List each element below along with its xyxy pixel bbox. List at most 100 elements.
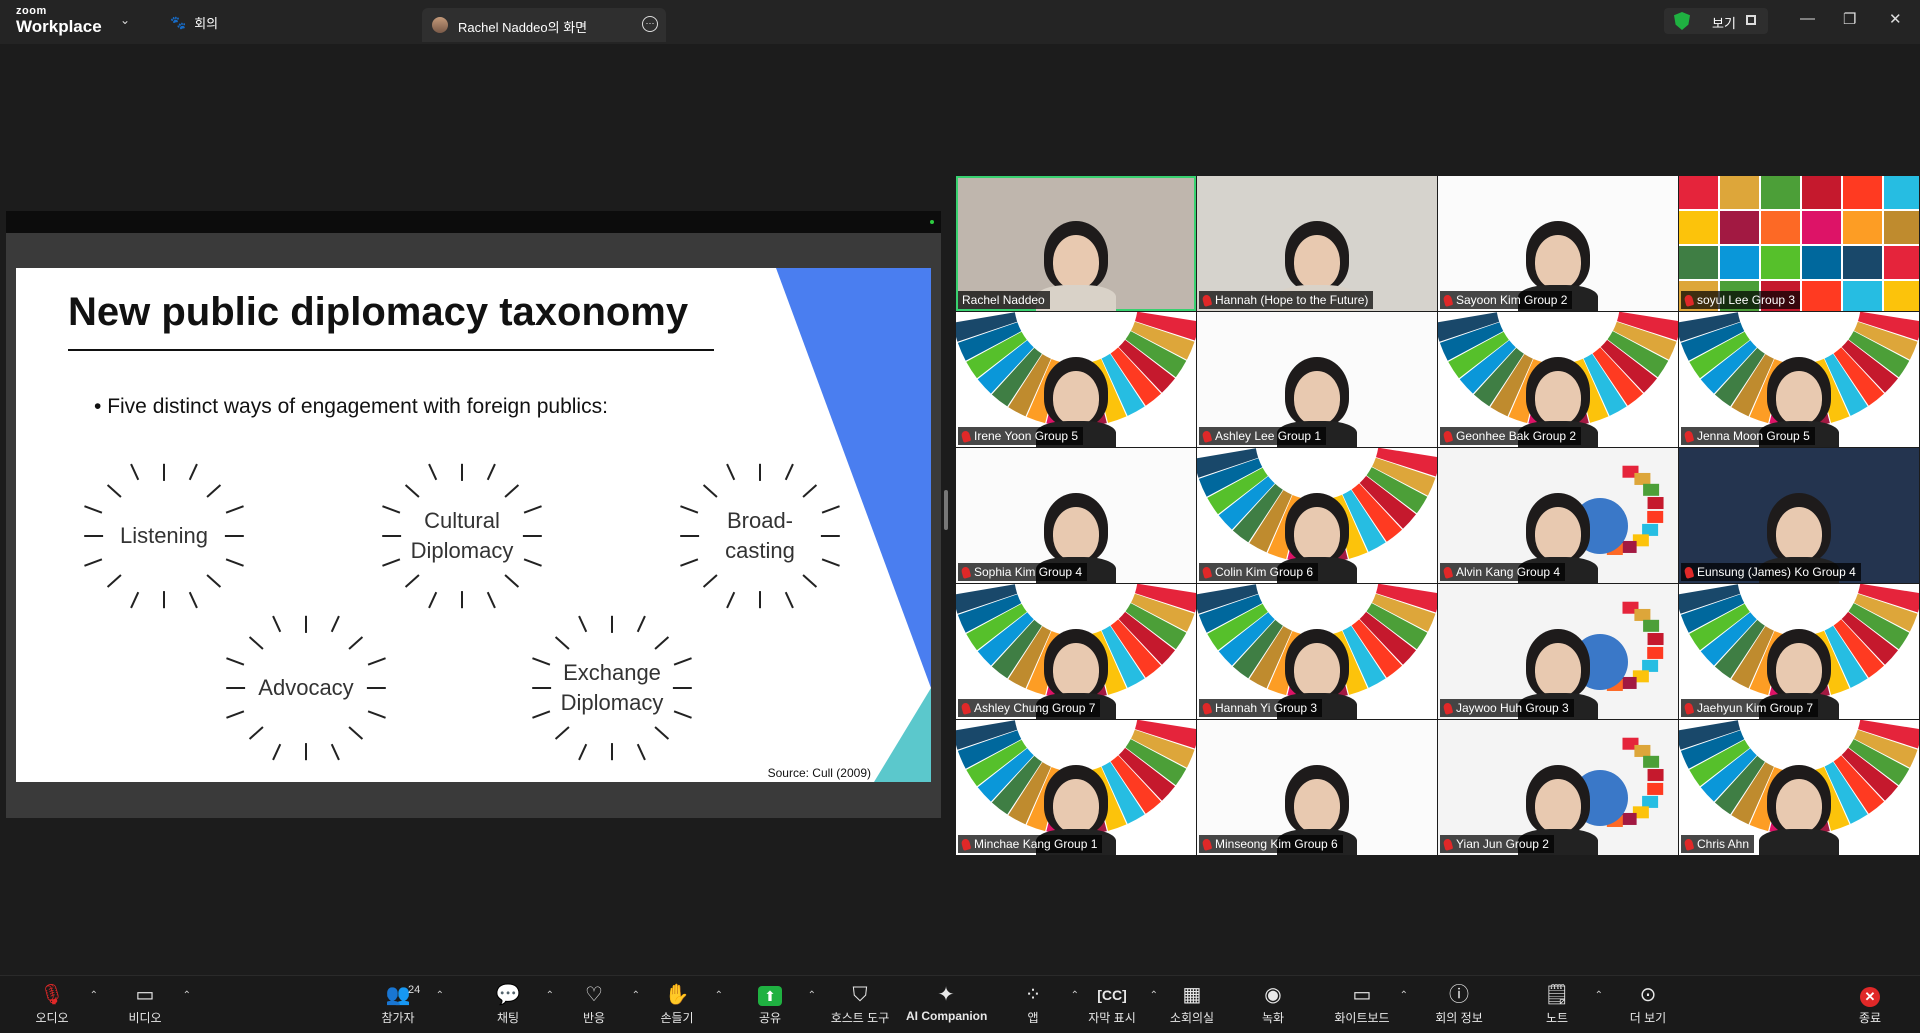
participant-tile[interactable]: Jenna Moon Group 5 [1679,312,1919,447]
caret-up-icon[interactable]: ⌃ [808,990,816,1001]
participant-tile[interactable]: Eunsung (James) Ko Group 4 [1679,448,1919,583]
record-button[interactable]: ◉ 녹화 [1233,982,1313,1030]
ai-companion-button[interactable]: ✦ AI Companion [906,982,987,1030]
captions-button[interactable]: [CC] 자막 표시 ⌃ [1072,982,1158,1030]
mic-off-icon [960,837,972,851]
caret-up-icon[interactable]: ⌃ [1595,990,1603,1001]
whiteboard-button[interactable]: ▭ 화이트보드 ⌃ [1322,982,1408,1030]
face [1053,643,1099,697]
title-bar: zoom Workplace ⌄ 🐾 회의 Rachel Naddeo의 화면 … [0,0,1920,44]
participant-name: Rachel Naddeo [962,293,1045,307]
raise-hand-button[interactable]: ✋ 손들기 ⌃ [637,982,723,1030]
participant-name-label: Jenna Moon Group 5 [1681,427,1815,445]
sdg-tile [1647,510,1664,523]
participant-tile[interactable]: Ashley Lee Group 1 [1197,312,1437,447]
sdg-tile [1884,176,1919,209]
participant-tile[interactable]: Yian Jun Group 2 [1438,720,1678,855]
camera-icon: ▭ [135,984,155,1006]
participant-tile[interactable]: Sophia Kim Group 4 [956,448,1196,583]
meeting-info-button[interactable]: ⓘ 회의 정보 [1419,982,1499,1030]
resize-handle[interactable] [944,490,948,530]
participant-tile[interactable]: Hannah Yi Group 3 [1197,584,1437,719]
participant-tile[interactable]: Chris Ahn [1679,720,1919,855]
participants-button[interactable]: 👥 24 참가자 ⌃ [358,982,444,1030]
participant-tile[interactable]: Geonhee Bak Group 2 [1438,312,1678,447]
minimize-icon[interactable]: — [1800,10,1815,27]
tab-meeting[interactable]: 🐾 회의 [170,13,218,32]
breakout-label: 소회의실 [1169,1011,1215,1025]
chevron-down-icon[interactable]: ⌄ [120,13,130,27]
participant-name: Ashley Lee Group 1 [1215,429,1322,443]
zoom-workplace-logo[interactable]: zoom Workplace [16,6,102,36]
participant-name: Colin Kim Group 6 [1215,565,1314,579]
apps-button[interactable]: ⁘ 앱 ⌃ [993,982,1079,1030]
sdg-tile [1647,769,1664,782]
participant-tile[interactable]: Hannah (Hope to the Future) [1197,176,1437,311]
chat-button[interactable]: 💬 채팅 ⌃ [468,982,554,1030]
caret-up-icon[interactable]: ⌃ [183,990,191,1001]
reactions-button[interactable]: ♡ 반응 ⌃ [554,982,640,1030]
face [1053,371,1099,425]
caret-up-icon[interactable]: ⌃ [90,990,98,1001]
participant-name: Irene Yoon Group 5 [974,429,1079,443]
sdg-tile [1620,540,1637,553]
notes-button[interactable]: 🗒 노트 ⌃ [1517,982,1603,1030]
participant-name-label: Sophia Kim Group 4 [958,563,1088,581]
video-button[interactable]: ▭ 비디오 ⌃ [105,982,191,1030]
slide-source: Source: Cull (2009) [767,766,871,780]
tab-meeting-label: 회의 [194,16,219,31]
notes-label: 노트 [1545,1011,1569,1025]
participant-name-label: Sayoon Kim Group 2 [1440,291,1573,309]
close-icon[interactable]: ✕ [1889,10,1902,28]
caret-up-icon[interactable]: ⌃ [546,990,554,1001]
face [1535,779,1581,833]
face [1776,643,1822,697]
participant-tile[interactable]: Irene Yoon Group 5 [956,312,1196,447]
sdg-tile [1620,812,1637,825]
mic-off-icon [1442,837,1454,851]
view-button-label: 보기 [1712,16,1736,31]
reactions-label: 반응 [582,1011,606,1025]
caret-up-icon[interactable]: ⌃ [715,990,723,1001]
record-icon: ◉ [1264,984,1282,1006]
audio-button[interactable]: 🎙 오디오 ⌃ [12,982,98,1030]
breakout-rooms-button[interactable]: ▦ 소회의실 [1152,982,1232,1030]
tab-screen-share[interactable]: Rachel Naddeo의 화면 ··· [422,8,666,42]
participant-tile[interactable]: Colin Kim Group 6 [1197,448,1437,583]
participant-tile[interactable]: Sayoon Kim Group 2 [1438,176,1678,311]
participant-tile[interactable]: Ashley Chung Group 7 [956,584,1196,719]
burst-line-1: Broad- [726,508,794,534]
sdg-tile [1802,281,1841,311]
caret-up-icon[interactable]: ⌃ [1400,990,1408,1001]
participant-name-label: Jaehyun Kim Group 7 [1681,699,1819,717]
participant-tile[interactable]: Minseong Kim Group 6 [1197,720,1437,855]
participant-tile[interactable]: Rachel Naddeo [956,176,1196,311]
sdg-tile [1761,176,1800,209]
burst-line-1: Advocacy [258,675,354,701]
participant-tile[interactable]: Minchae Kang Group 1 [956,720,1196,855]
participants-count: 24 [408,984,421,996]
whiteboard-label: 화이트보드 [1334,1011,1390,1025]
mic-off-icon [1201,429,1213,443]
end-meeting-button[interactable]: ✕ 종료 [1830,982,1910,1030]
participant-tile[interactable]: soyul Lee Group 3 [1679,176,1919,311]
more-options-icon[interactable]: ··· [642,16,658,32]
participant-name: Jaywoo Huh Group 3 [1456,701,1569,715]
face [1294,371,1340,425]
participant-name: Sophia Kim Group 4 [974,565,1083,579]
sdg-tile [1761,246,1800,279]
more-button[interactable]: ⊙ 더 보기 [1608,982,1688,1030]
burst-line-1: Exchange [563,660,661,686]
participant-tile[interactable]: Alvin Kang Group 4 [1438,448,1678,583]
sdg-tile [1647,782,1664,795]
slide-bullet: • Five distinct ways of engagement with … [94,395,608,418]
share-screen-button[interactable]: ⬆ 공유 ⌃ [730,982,816,1030]
restore-icon[interactable]: ❐ [1843,10,1856,28]
view-button[interactable]: 보기 [1664,8,1768,34]
host-tools-button[interactable]: ⛉ 호스트 도구 [820,982,900,1030]
participant-tile[interactable]: Jaehyun Kim Group 7 [1679,584,1919,719]
participant-tile[interactable]: Jaywoo Huh Group 3 [1438,584,1678,719]
sdg-tile [1634,472,1651,485]
participant-name: Jaehyun Kim Group 7 [1697,701,1814,715]
caret-up-icon[interactable]: ⌃ [436,990,444,1001]
